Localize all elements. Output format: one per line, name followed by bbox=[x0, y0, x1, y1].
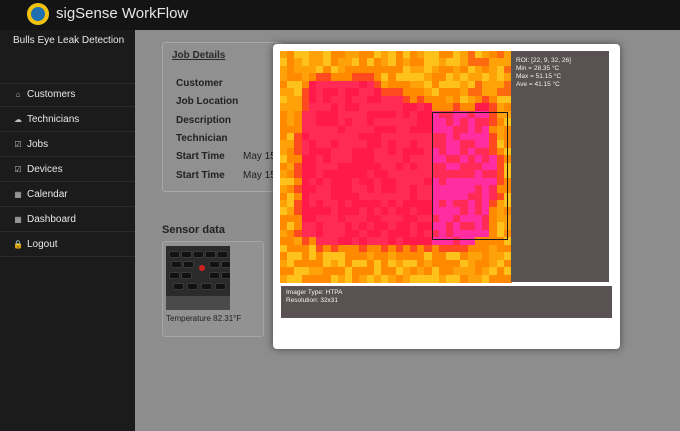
sidebar-item-technicians[interactable]: ☁ Technicians bbox=[13, 108, 135, 130]
sidebar-divider bbox=[0, 256, 135, 257]
sidebar-divider bbox=[0, 106, 135, 107]
trackpoint bbox=[199, 265, 205, 271]
roi-rectangle[interactable] bbox=[432, 112, 508, 240]
job-details-title[interactable]: Job Details bbox=[172, 50, 225, 61]
group-icon: ☁ bbox=[14, 114, 22, 124]
temperature-label: Temperature 82.31°F bbox=[166, 314, 242, 323]
sidebar-divider bbox=[0, 206, 135, 207]
field-label: Start Time bbox=[176, 151, 225, 162]
sidebar-item-jobs[interactable]: ☑ Jobs bbox=[13, 133, 135, 155]
sidebar-item-calendar[interactable]: ▦ Calendar bbox=[13, 183, 135, 205]
keyboard-key bbox=[216, 284, 225, 289]
laptop-palmrest bbox=[166, 296, 230, 310]
sidebar-item-label: Calendar bbox=[27, 188, 68, 200]
keyboard-key bbox=[210, 262, 219, 267]
field-value: May 15 bbox=[243, 170, 276, 181]
ave-readout: Ave = 41.15 °C bbox=[516, 81, 560, 88]
field-label: Description bbox=[176, 115, 232, 126]
sidebar-divider bbox=[0, 156, 135, 157]
sidebar-item-label: Devices bbox=[27, 163, 63, 175]
keyboard-key bbox=[194, 252, 203, 257]
field-label: Technician bbox=[176, 133, 228, 144]
keyboard-key bbox=[182, 273, 191, 278]
keyboard-key bbox=[170, 252, 179, 257]
app-logo-icon[interactable] bbox=[27, 3, 49, 25]
sidebar-item-dashboard[interactable]: ▦ Dashboard bbox=[13, 208, 135, 230]
top-navbar: sigSense WorkFlow bbox=[0, 0, 680, 30]
sidebar-item-label: Dashboard bbox=[27, 213, 76, 225]
max-readout: Max = 51.15 °C bbox=[516, 73, 562, 80]
edit-check-icon: ☑ bbox=[14, 164, 22, 174]
roi-readout: ROI: [22, 9, 32, 26] bbox=[516, 57, 571, 64]
keyboard-key bbox=[172, 262, 181, 267]
field-value: May 15 bbox=[243, 151, 276, 162]
imager-resolution: Resolution: 32x31 bbox=[286, 297, 339, 304]
sidebar-item-logout[interactable]: 🔒 Logout bbox=[13, 233, 135, 255]
sensor-photo-thumbnail[interactable] bbox=[166, 246, 230, 310]
grid-icon: ▦ bbox=[14, 214, 22, 224]
keyboard-key bbox=[170, 273, 179, 278]
keyboard-key bbox=[174, 284, 183, 289]
keyboard-key bbox=[188, 284, 197, 289]
imager-type: Imager Type: HTPA bbox=[286, 289, 343, 296]
field-label: Customer bbox=[176, 78, 223, 89]
sidebar-item-label: Jobs bbox=[27, 138, 49, 150]
keyboard-key bbox=[210, 273, 219, 278]
sidebar-divider bbox=[0, 231, 135, 232]
sidebar-item-label: Logout bbox=[27, 238, 58, 250]
min-readout: Min = 28.35 °C bbox=[516, 65, 560, 72]
field-label: Job Location bbox=[176, 96, 239, 107]
edit-check-icon: ☑ bbox=[14, 139, 22, 149]
sidebar-item-devices[interactable]: ☑ Devices bbox=[13, 158, 135, 180]
sensor-data-title: Sensor data bbox=[162, 224, 225, 236]
sidebar-item-customers[interactable]: ⌂ Customers bbox=[13, 83, 135, 105]
home-icon: ⌂ bbox=[15, 89, 21, 99]
keyboard-key bbox=[222, 273, 230, 278]
sidebar-brand[interactable]: Bulls Eye Leak Detection bbox=[13, 35, 124, 46]
keyboard-key bbox=[206, 252, 215, 257]
keyboard-key bbox=[182, 252, 191, 257]
field-label: Start Time bbox=[176, 170, 225, 181]
keyboard-key bbox=[202, 284, 211, 289]
sidebar-divider bbox=[0, 181, 135, 182]
calendar-icon: ▦ bbox=[14, 189, 22, 199]
sidebar-item-label: Customers bbox=[27, 88, 76, 100]
sidebar-divider bbox=[0, 131, 135, 132]
app-title[interactable]: sigSense WorkFlow bbox=[56, 5, 188, 22]
sidebar-item-label: Technicians bbox=[27, 113, 80, 125]
keyboard-key bbox=[218, 252, 227, 257]
lock-icon: 🔒 bbox=[13, 239, 23, 249]
keyboard-key bbox=[222, 262, 230, 267]
keyboard-key bbox=[184, 262, 193, 267]
